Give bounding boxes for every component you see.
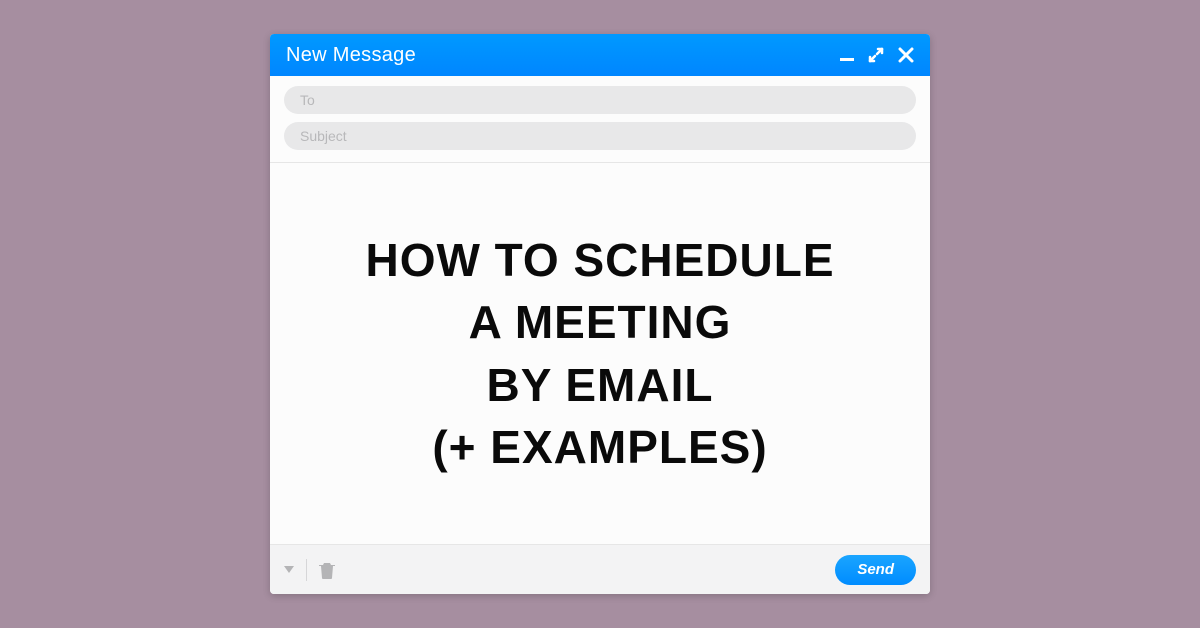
compose-window: New Message How to Schedule a [270, 34, 930, 594]
expand-icon[interactable] [868, 47, 884, 63]
headline-text: How to Schedule a Meeting by Email (+ Ex… [365, 229, 834, 477]
trash-icon [319, 561, 335, 579]
window-title: New Message [286, 44, 840, 67]
window-controls [840, 47, 914, 63]
chevron-down-icon [284, 566, 294, 573]
close-icon[interactable] [898, 47, 914, 63]
minimize-icon[interactable] [840, 48, 854, 62]
subject-field[interactable] [284, 122, 916, 150]
headline-line2: a Meeting [365, 291, 834, 353]
separator [306, 559, 307, 581]
header-fields [270, 76, 930, 163]
headline-line1: How to Schedule [365, 229, 834, 291]
to-field[interactable] [284, 86, 916, 114]
titlebar: New Message [270, 34, 930, 76]
headline-line4: (+ Examples) [365, 416, 834, 478]
send-button[interactable]: Send [835, 555, 916, 585]
headline-line3: by Email [365, 354, 834, 416]
bottom-toolbar: Send [270, 544, 930, 594]
delete-button[interactable] [319, 561, 335, 579]
toolbar-left [284, 559, 335, 581]
message-body[interactable]: How to Schedule a Meeting by Email (+ Ex… [270, 163, 930, 544]
more-options-button[interactable] [284, 566, 294, 573]
